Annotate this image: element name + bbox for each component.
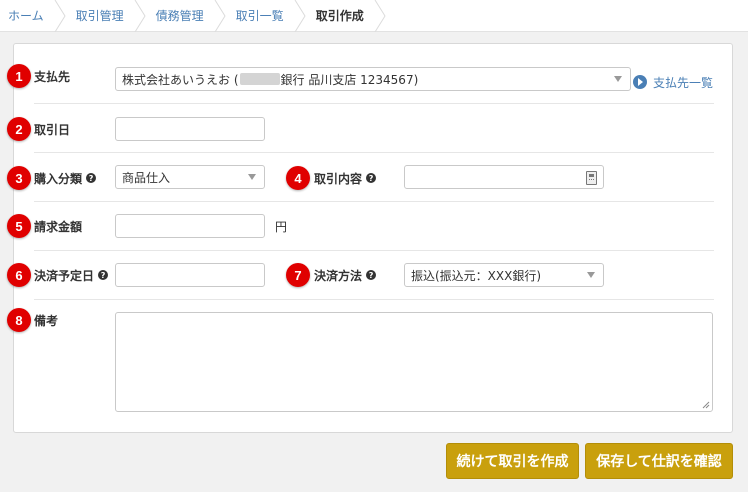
settlement-method-select[interactable]: 振込(振込元：XXX銀行)	[404, 263, 604, 287]
notes-textarea[interactable]	[115, 312, 713, 412]
payee-value-prefix: 株式会社あいうえお (	[122, 72, 239, 87]
breadcrumb-separator	[374, 0, 386, 32]
chevron-down-icon	[587, 272, 595, 278]
yen-unit: 円	[275, 220, 288, 234]
settlement-date-label-wrap: 決済予定日 ?	[34, 263, 109, 287]
breadcrumb-transaction-list[interactable]: 取引一覧	[226, 0, 294, 32]
settlement-method-value: 振込(振込元：XXX銀行)	[411, 268, 542, 283]
payee-select[interactable]: 株式会社あいうえお ( 銀行 品川支店 1234567)	[115, 67, 631, 91]
purchase-category-label-wrap: 購入分類 ?	[34, 166, 97, 190]
redacted-text	[239, 73, 280, 85]
payee-label: 支払先	[34, 69, 71, 84]
payee-list-link[interactable]: 支払先一覧	[633, 72, 713, 92]
settlement-method-label-wrap: 決済方法 ?	[314, 263, 377, 287]
step-badge-8: 8	[7, 308, 31, 332]
transaction-form: 1 支払先 株式会社あいうえお ( 銀行 品川支店 1234567) 支払先一覧…	[7, 43, 733, 433]
breadcrumb-separator	[294, 0, 306, 32]
transaction-content-label-wrap: 取引内容 ?	[314, 166, 377, 190]
breadcrumb-home[interactable]: ホーム	[0, 0, 54, 32]
breadcrumb-create-transaction: 取引作成	[306, 0, 374, 32]
transaction-date-label: 取引日	[34, 122, 71, 137]
transaction-content-label: 取引内容	[314, 171, 363, 186]
breadcrumb-label: 取引一覧	[235, 9, 284, 23]
settlement-method-label: 決済方法	[314, 268, 363, 283]
billing-amount-input[interactable]	[115, 214, 265, 238]
purchase-category-label: 購入分類	[34, 171, 83, 186]
divider	[34, 103, 714, 104]
breadcrumb-label: ホーム	[8, 9, 44, 23]
breadcrumb-debt-management[interactable]: 債務管理	[146, 0, 214, 32]
divider	[34, 152, 714, 153]
breadcrumb-separator	[54, 0, 66, 32]
step-badge-5: 5	[7, 214, 31, 238]
divider	[34, 201, 714, 202]
calculator-icon[interactable]	[586, 171, 597, 185]
help-icon[interactable]: ?	[98, 270, 109, 280]
breadcrumb-transaction-management[interactable]: 取引管理	[66, 0, 134, 32]
step-badge-4: 4	[286, 166, 310, 190]
chevron-down-icon	[614, 76, 622, 82]
step-badge-7: 7	[286, 263, 310, 287]
billing-amount-label: 請求金額	[34, 219, 83, 234]
divider	[34, 299, 714, 300]
settlement-date-label: 決済予定日	[34, 268, 95, 283]
breadcrumb-label: 債務管理	[155, 9, 204, 23]
play-circle-icon	[633, 75, 647, 89]
chevron-down-icon	[248, 174, 256, 180]
help-icon[interactable]: ?	[366, 173, 377, 183]
payee-value-suffix: 銀行 品川支店 1234567)	[280, 72, 419, 87]
help-icon[interactable]: ?	[86, 173, 97, 183]
step-badge-2: 2	[7, 117, 31, 141]
purchase-category-value: 商品仕入	[122, 170, 171, 185]
settlement-date-input[interactable]	[115, 263, 265, 287]
notes-label: 備考	[34, 313, 59, 328]
resize-handle-icon[interactable]	[702, 401, 710, 409]
purchase-category-select[interactable]: 商品仕入	[115, 165, 265, 189]
breadcrumb-label: 取引作成	[315, 9, 364, 23]
step-badge-1: 1	[7, 64, 31, 88]
breadcrumb-separator	[214, 0, 226, 32]
step-badge-6: 6	[7, 263, 31, 287]
step-badge-3: 3	[7, 166, 31, 190]
divider	[34, 250, 714, 251]
save-and-review-button[interactable]: 保存して仕訳を確認	[585, 443, 733, 479]
create-another-button[interactable]: 続けて取引を作成	[446, 443, 579, 479]
breadcrumb: ホーム 取引管理 債務管理 取引一覧 取引作成	[0, 0, 748, 32]
breadcrumb-separator	[134, 0, 146, 32]
help-icon[interactable]: ?	[366, 270, 377, 280]
transaction-date-input[interactable]	[115, 117, 265, 141]
transaction-content-input[interactable]	[404, 165, 604, 189]
breadcrumb-label: 取引管理	[75, 9, 124, 23]
payee-list-link-label: 支払先一覧	[653, 75, 714, 90]
